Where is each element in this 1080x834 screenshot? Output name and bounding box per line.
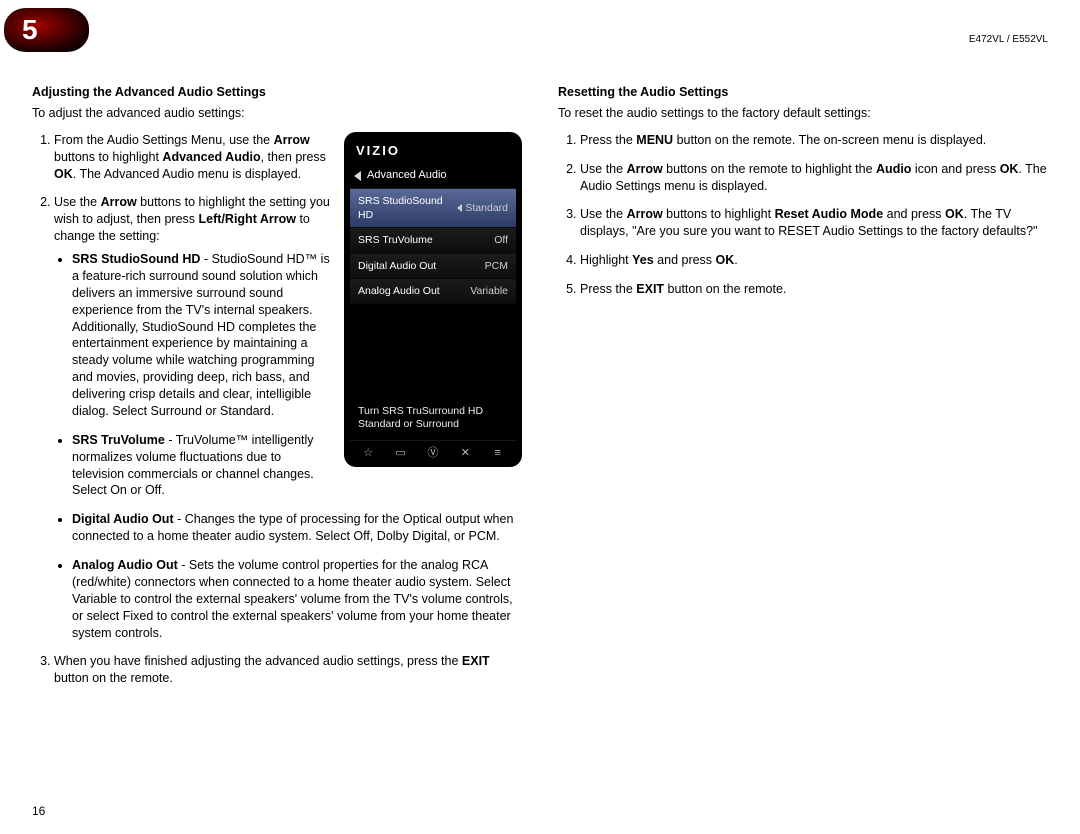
left-section-title: Adjusting the Advanced Audio Settings: [32, 84, 522, 101]
list-item: Press the EXIT button on the remote.: [580, 281, 1048, 298]
list-item: Use the Arrow buttons to highlight Reset…: [580, 206, 1048, 240]
menu-row: SRS StudioSound HD Standard: [350, 189, 516, 228]
menu-row-label: Digital Audio Out: [358, 259, 436, 273]
menu-row-value: Variable: [470, 284, 508, 298]
device-hint: Turn SRS TruSurround HD Standard or Surr…: [350, 304, 516, 440]
list-item: When you have finished adjusting the adv…: [54, 653, 522, 687]
v-icon: Ⓥ: [426, 447, 440, 459]
chevron-left-icon: [457, 204, 462, 212]
menu-row-value: PCM: [485, 259, 508, 273]
device-brand: VIZIO: [350, 140, 516, 166]
list-item: Analog Audio Out - Sets the volume contr…: [72, 557, 522, 641]
right-column: Resetting the Audio Settings To reset th…: [558, 84, 1048, 699]
right-steps: Press the MENU button on the remote. The…: [558, 132, 1048, 298]
left-column: Adjusting the Advanced Audio Settings To…: [32, 84, 522, 699]
chapter-badge: 5: [4, 8, 89, 52]
menu-row-label: Analog Audio Out: [358, 284, 440, 298]
list-item: Highlight Yes and press OK.: [580, 252, 1048, 269]
model-label: E472VL / E552VL: [969, 34, 1048, 45]
list-item: Press the MENU button on the remote. The…: [580, 132, 1048, 149]
menu-row-value: Off: [494, 233, 508, 247]
chapter-number: 5: [22, 14, 38, 46]
menu-row: Digital Audio Out PCM: [350, 254, 516, 279]
device-menu-title: Advanced Audio: [367, 168, 447, 183]
right-intro: To reset the audio settings to the facto…: [558, 105, 1048, 122]
close-icon: ✕: [458, 447, 472, 459]
tv-icon: ▭: [394, 447, 408, 459]
device-footer: ☆ ▭ Ⓥ ✕ ≡: [350, 440, 516, 461]
list-item: Use the Arrow buttons on the remote to h…: [580, 161, 1048, 195]
device-menu-header: Advanced Audio: [350, 165, 516, 189]
menu-row-value: Standard: [457, 201, 508, 215]
list-item: Digital Audio Out - Changes the type of …: [72, 511, 522, 545]
right-section-title: Resetting the Audio Settings: [558, 84, 1048, 101]
left-intro: To adjust the advanced audio settings:: [32, 105, 522, 122]
menu-icon: ≡: [491, 447, 505, 459]
menu-row: SRS TruVolume Off: [350, 228, 516, 253]
device-screenshot: VIZIO Advanced Audio SRS StudioSound HD …: [344, 132, 522, 467]
back-arrow-icon: [354, 171, 361, 181]
device-menu-list: SRS StudioSound HD Standard SRS TruVolum…: [350, 189, 516, 304]
menu-row: Analog Audio Out Variable: [350, 279, 516, 304]
star-icon: ☆: [361, 447, 375, 459]
menu-row-label: SRS TruVolume: [358, 233, 433, 247]
page-number: 16: [32, 804, 45, 818]
menu-row-label: SRS StudioSound HD: [358, 194, 457, 222]
